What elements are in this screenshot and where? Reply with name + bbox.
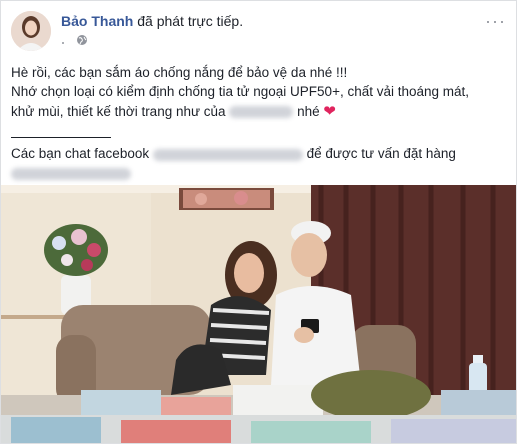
redacted-brand [229,106,294,119]
post-line-1: Hè rồi, các bạn sắm áo chống nắng để bảo… [11,65,348,80]
photo-scene [1,185,516,443]
more-options-icon[interactable]: ··· [485,11,506,32]
timestamp-link[interactable] [61,34,73,46]
post-line-3: khử mùi, thiết kế thời trang như của nhé… [11,102,506,121]
heart-emoji-icon: ❤ [323,102,336,120]
live-video-thumbnail[interactable] [1,185,516,443]
redacted-facebook-link[interactable] [152,148,303,161]
post-redacted-line [11,164,506,183]
post-line-3-text: khử mùi, thiết kế thời trang như của [11,103,226,119]
chat-suffix: để được tư vấn đặt hàng [306,146,456,162]
post-line-3-suffix: nhé [297,103,320,119]
chat-prefix: Các bạn chat facebook [11,146,150,162]
post-header: Bảo Thanh đã phát trực tiếp. ··· [11,11,506,55]
post-line-2: Nhớ chọn loại có kiểm định chống tia tử … [11,84,470,100]
author-avatar[interactable] [11,11,51,51]
redacted-contact[interactable] [11,168,131,181]
post-action-text: đã phát trực tiếp. [137,13,244,29]
author-name[interactable]: Bảo Thanh [61,13,133,29]
post-card: Bảo Thanh đã phát trực tiếp. ··· Hè rồi,… [0,0,517,444]
globe-icon[interactable] [76,34,88,46]
separator-line [11,137,111,139]
post-text: Hè rồi, các bạn sắm áo chống nắng để bảo… [11,63,506,183]
post-chat-line: Các bạn chat facebook để được tư vấn đặt… [11,144,506,163]
